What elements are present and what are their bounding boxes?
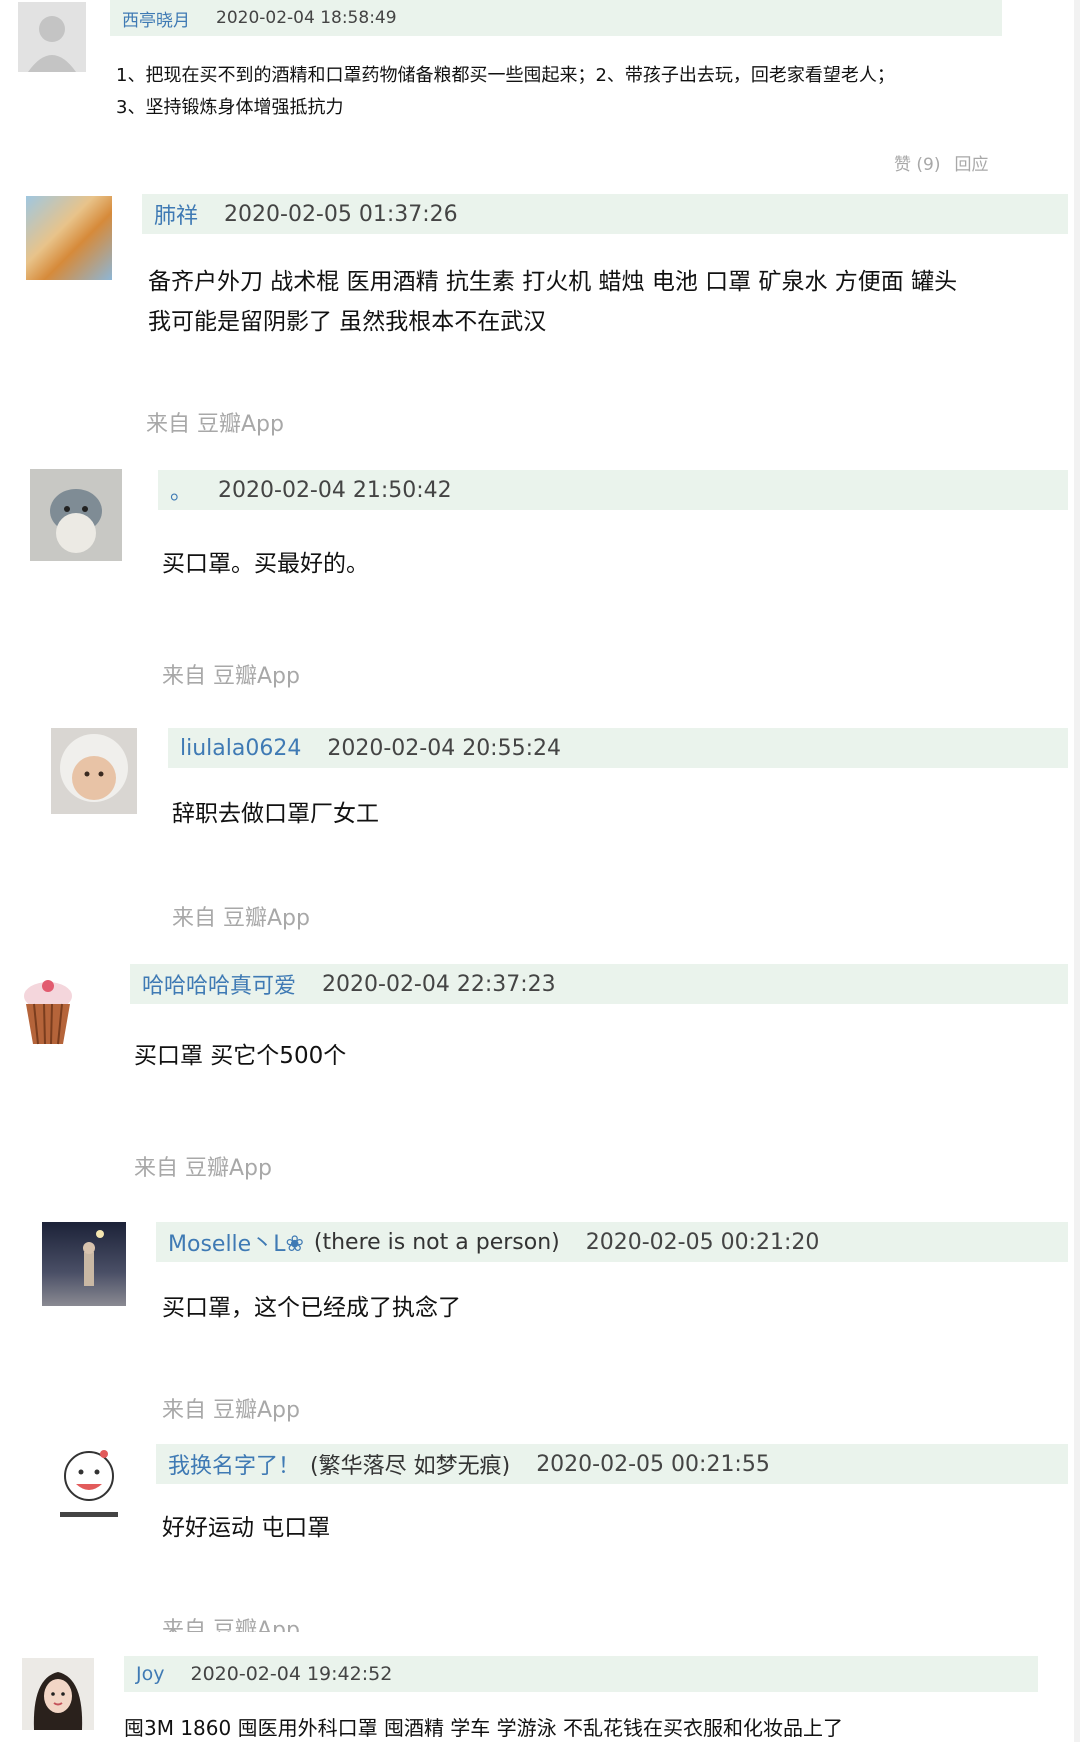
comment-source: 来自 豆瓣App (162, 1618, 300, 1632)
girl-avatar[interactable] (22, 1658, 94, 1730)
comment-author[interactable]: 。 (158, 474, 192, 506)
night-street-avatar[interactable] (42, 1222, 126, 1306)
comment-header: Moselle丶L❀ (there is not a person) 2020-… (156, 1222, 1068, 1262)
reply-button[interactable]: 回应 (954, 155, 988, 175)
comment-author-note: (there is not a person) (313, 1229, 560, 1255)
comment-text: 囤3M 1860 囤医用外科口罩 囤酒精 学车 学游泳 不乱花钱在买衣服和化妆品… (124, 1716, 844, 1740)
comment-source: 来自 豆瓣App (172, 906, 310, 931)
comment-author[interactable]: Moselle丶L❀ (156, 1226, 304, 1258)
scrollbar-track[interactable] (1074, 0, 1080, 1742)
comment-header: Joy 2020-02-04 19:42:52 (124, 1656, 1038, 1692)
comment-author-note: (繁华落尽 如梦无痕) (310, 1454, 511, 1479)
painting-avatar[interactable] (26, 196, 112, 280)
comment-source: 来自 豆瓣App (162, 664, 300, 689)
comment-author[interactable]: 哈哈哈哈真可爱 (130, 968, 296, 1000)
comment-actions: 赞 (9) 回应 (880, 150, 988, 175)
comment-author[interactable]: Joy (124, 1663, 164, 1685)
comment-text: 辞职去做口罩厂女工 (172, 801, 379, 827)
comment-header: 肺祥 2020-02-05 01:37:26 (142, 194, 1068, 234)
comment-author[interactable]: 肺祥 (142, 198, 198, 230)
comment-header: 我换名字了！ (繁华落尽 如梦无痕) 2020-02-05 00:21:55 (156, 1444, 1068, 1484)
comment-source: 来自 豆瓣App (134, 1156, 272, 1181)
comment-time: 2020-02-04 19:42:52 (190, 1663, 393, 1685)
comment-header: 西亭晓月 2020-02-04 18:58:49 (110, 0, 1002, 36)
comment-text: 买口罩 买它个500个 (134, 1043, 347, 1069)
comment-author[interactable]: 我换名字了！ (156, 1448, 300, 1480)
comment-time: 2020-02-04 18:58:49 (216, 8, 397, 28)
cartoon-avatar[interactable] (54, 1446, 124, 1524)
comment-text: 好好运动 屯口罩 (162, 1515, 331, 1541)
default-user-icon[interactable] (18, 2, 86, 72)
comment-header: 。 2020-02-04 21:50:42 (158, 470, 1068, 510)
comment-source: 来自 豆瓣App (146, 412, 284, 437)
comment-source: 来自 豆瓣App (162, 1398, 300, 1423)
comment-time: 2020-02-04 22:37:23 (322, 971, 556, 997)
comment-time: 2020-02-05 00:21:55 (536, 1451, 770, 1477)
comment-header: liulala0624 2020-02-04 20:55:24 (168, 728, 1068, 768)
comment-author[interactable]: 西亭晓月 (110, 6, 190, 31)
bird-avatar[interactable] (30, 469, 122, 561)
comment-time: 2020-02-04 21:50:42 (218, 477, 452, 503)
cupcake-avatar[interactable] (18, 968, 78, 1046)
like-button[interactable]: 赞 (9) (894, 155, 940, 175)
comment-time: 2020-02-05 01:37:26 (224, 201, 458, 227)
baby-avatar[interactable] (51, 728, 137, 814)
comment-time: 2020-02-04 20:55:24 (327, 735, 561, 761)
comment-author[interactable]: liulala0624 (168, 736, 301, 761)
comment-time: 2020-02-05 00:21:20 (585, 1229, 820, 1255)
comment-text: 买口罩，这个已经成了执念了 (162, 1295, 461, 1321)
comment-text: 买口罩。买最好的。 (162, 551, 369, 577)
comment-text: 1、把现在买不到的酒精和口罩药物储备粮都买一些囤起来；2、带孩子出去玩，回老家看… (116, 65, 895, 118)
comment-text: 备齐户外刀 战术棍 医用酒精 抗生素 打火机 蜡烛 电池 口罩 矿泉水 方便面 … (148, 269, 958, 335)
comment-header: 哈哈哈哈真可爱 2020-02-04 22:37:23 (130, 964, 1068, 1004)
